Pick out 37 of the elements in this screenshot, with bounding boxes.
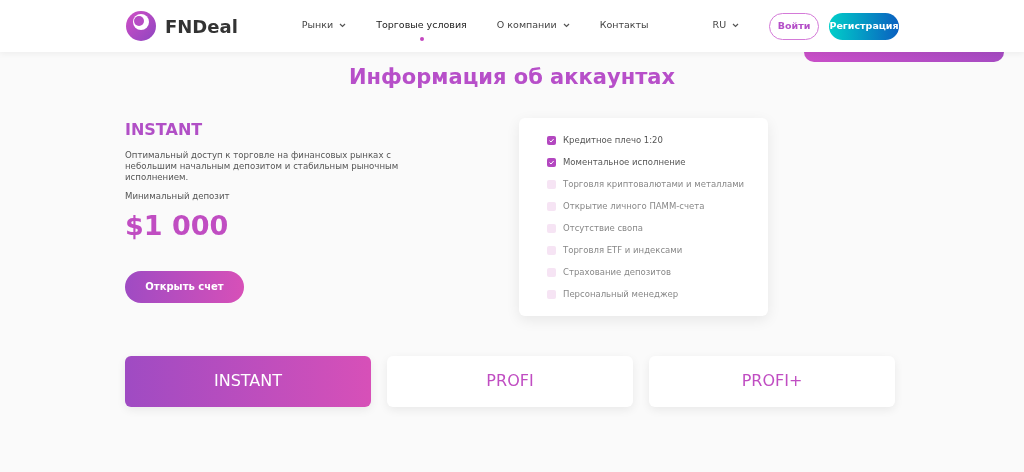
nav-link[interactable]: Торговые условия [376,9,467,43]
nav-link[interactable]: О компании [496,9,570,43]
feature-label: Торговля ETF и индексами [563,244,683,257]
checkbox[interactable] [547,224,556,233]
feature-label: Персональный менеджер [563,288,679,301]
logo-text: FNDeal [165,14,238,39]
login-button[interactable]: Войти [769,12,820,40]
feature-label: Открытие личного ПАММ-счета [563,200,705,213]
account-tab[interactable]: INSTANT [125,355,371,407]
checkbox[interactable] [547,268,556,277]
account-tab[interactable]: PROFI [387,355,633,407]
language-selector[interactable]: RU [712,9,740,43]
chevron-icon [732,22,740,28]
logo-icon [125,10,157,42]
checkbox[interactable] [547,136,556,145]
feature-label: Кредитное плечо 1:20 [563,134,663,147]
account-name: INSTANT [125,118,204,141]
nav-link[interactable]: Рынки [301,9,347,43]
checkbox[interactable] [547,158,556,167]
feature-label: Торговля криптовалютами и металлами [563,178,745,191]
check-icon [547,136,556,145]
checkbox[interactable] [547,290,556,299]
check-icon [547,158,556,167]
feature-label: Отсутствие свопа [563,222,644,235]
deposit-label: Минимальный депозит [125,191,231,203]
page-title: Информация об аккаунтах [347,64,677,91]
account-tab[interactable]: PROFI+ [649,355,895,407]
feature-label: Моментальное исполнение [563,156,686,169]
checkbox[interactable] [547,246,556,255]
deposit-amount: $1 000 [125,209,230,244]
feature-label: Страхование депозитов [563,266,672,279]
checkbox[interactable] [547,180,556,189]
nav-link[interactable]: Контакты [599,9,649,43]
checkbox[interactable] [547,202,556,211]
account-description: Оптимальный доступ к торговле на финансовых рынках с небольшим начальным депозитом и стабильным рыночным исполнением. [125,149,400,183]
open-account-button[interactable]: Открыть счет [125,270,244,303]
register-button[interactable]: Регистрация [829,12,899,40]
